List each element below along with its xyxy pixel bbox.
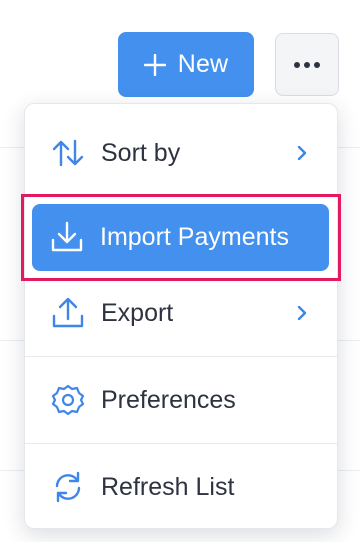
menu-divider [25,356,337,357]
more-options-button[interactable] [275,33,339,96]
menu-item-sort-by[interactable]: Sort by [25,118,337,188]
refresh-icon [51,470,85,504]
gear-icon [51,383,85,417]
menu-item-label: Export [101,298,174,327]
menu-item-import-payments[interactable]: Import Payments [32,204,329,271]
menu-item-label: Refresh List [101,472,235,501]
new-button-label: New [177,50,229,78]
menu-item-label: Preferences [101,385,236,414]
menu-divider [25,443,337,444]
plus-icon [143,53,166,76]
export-upload-icon [51,296,85,330]
menu-item-export[interactable]: Export [25,278,337,348]
menu-item-preferences[interactable]: Preferences [25,365,337,435]
menu-item-refresh-list[interactable]: Refresh List [25,452,337,522]
import-download-icon [50,220,84,254]
menu-item-label: Sort by [101,138,181,167]
more-horizontal-icon [293,56,321,74]
more-options-menu: Sort by Export Preferences Refresh List [24,103,338,529]
sort-arrows-icon [51,136,85,170]
chevron-right-icon [295,306,309,320]
chevron-right-icon [295,146,309,160]
new-button[interactable]: New [118,32,254,97]
menu-item-label: Import Payments [100,223,289,251]
